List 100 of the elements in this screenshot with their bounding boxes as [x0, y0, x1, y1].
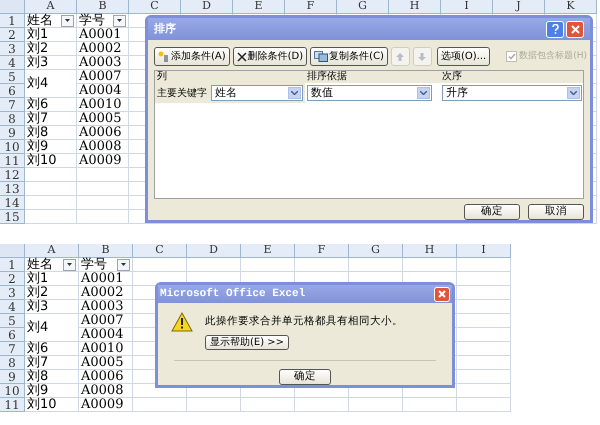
table-cell [295, 398, 349, 412]
dialog-button[interactable]: 取消 [528, 204, 584, 220]
cell-text: 刘3 [27, 300, 48, 313]
row-header[interactable]: 11 [0, 398, 25, 412]
cell-text: A0007 [79, 70, 122, 83]
row-header[interactable]: 3 [0, 42, 25, 56]
toolbar-button[interactable]: 添加条件(A) [154, 47, 230, 66]
row-header[interactable]: 6 [0, 84, 25, 98]
help-button[interactable]: 显示帮助(E) >> [205, 335, 289, 350]
cell-text: 刘9 [27, 140, 48, 153]
close-icon [570, 24, 580, 34]
column-header[interactable]: I [441, 0, 493, 14]
column-header[interactable]: C [129, 0, 181, 14]
checkmark-icon [508, 53, 516, 60]
row-header[interactable]: 9 [0, 126, 25, 140]
filter-dropdown-button[interactable] [113, 14, 126, 26]
cell-text: A0005 [79, 112, 122, 125]
row-header[interactable]: 2 [0, 272, 25, 286]
ok-button[interactable]: 确定 [279, 369, 331, 385]
column-header[interactable]: E [241, 244, 295, 258]
filter-dropdown-button[interactable] [63, 258, 76, 270]
close-icon [236, 52, 247, 62]
cell-text: 刘10 [27, 398, 57, 411]
cell-text: 刘6 [27, 342, 48, 355]
row-header[interactable]: 4 [0, 56, 25, 70]
cell-text: A0006 [79, 126, 122, 139]
column-header[interactable]: F [285, 0, 337, 14]
toolbar-button[interactable]: 选项(O)... [436, 47, 490, 66]
table-cell [457, 328, 511, 342]
cell-text: 刘4 [27, 321, 48, 334]
down-arrow-icon [418, 52, 426, 60]
cell-text: 刘10 [27, 154, 57, 167]
row-header[interactable]: 7 [0, 98, 25, 112]
row-header[interactable]: 6 [0, 328, 25, 342]
column-header[interactable]: A [25, 0, 77, 14]
row-header[interactable]: 8 [0, 112, 25, 126]
close-icon [438, 290, 446, 298]
table-cell [457, 356, 511, 370]
row-header[interactable]: 12 [0, 168, 25, 182]
row-header[interactable]: 14 [0, 196, 25, 210]
cell-text: A0001 [81, 272, 124, 285]
row-header[interactable]: 9 [0, 370, 25, 384]
help-button[interactable] [546, 20, 564, 38]
column-header[interactable]: H [403, 244, 457, 258]
column-header[interactable]: B [79, 244, 133, 258]
dialog-button[interactable]: 确定 [464, 204, 520, 220]
cell-text: A0005 [81, 356, 124, 369]
column-header[interactable]: B [77, 0, 129, 14]
toolbar-button[interactable]: 删除条件(D) [232, 47, 308, 66]
table-cell [457, 370, 511, 384]
close-button[interactable] [434, 286, 450, 302]
table-cell [457, 300, 511, 314]
filter-dropdown-button[interactable] [117, 258, 130, 270]
dropdown-field[interactable]: 数值 [307, 85, 432, 101]
table-cell [457, 342, 511, 356]
row-header[interactable]: 4 [0, 300, 25, 314]
row-header[interactable]: 1 [0, 14, 25, 28]
row-header[interactable]: 3 [0, 286, 25, 300]
cell-text: A0001 [79, 28, 122, 41]
cell-text: A0004 [79, 84, 122, 97]
column-header[interactable]: F [295, 244, 349, 258]
row-header[interactable]: 2 [0, 28, 25, 42]
column-header[interactable]: A [25, 244, 79, 258]
up-arrow-icon [396, 52, 404, 60]
cell-text: A0003 [79, 56, 122, 69]
column-header[interactable]: H [389, 0, 441, 14]
caret-icon [67, 263, 72, 266]
column-header[interactable]: G [337, 0, 389, 14]
close-button[interactable] [566, 20, 584, 38]
row-header[interactable]: 1 [0, 258, 25, 272]
row-header[interactable]: 5 [0, 314, 25, 328]
cell-text: 刘1 [27, 272, 48, 285]
dropdown-field[interactable]: 姓名 [211, 85, 303, 101]
toolbar-button[interactable]: 复制条件(C) [310, 47, 388, 66]
column-header[interactable]: J [493, 0, 545, 14]
table-cell [457, 286, 511, 300]
copy-icon [314, 51, 328, 62]
column-header[interactable]: C [133, 244, 187, 258]
row-header[interactable]: 10 [0, 140, 25, 154]
dropdown-field[interactable]: 升序 [442, 85, 582, 101]
row-header[interactable]: 10 [0, 384, 25, 398]
table-cell [241, 398, 295, 412]
cell-text: 刘3 [27, 56, 48, 69]
column-header[interactable]: D [187, 244, 241, 258]
cell-text: 学号 [79, 14, 105, 27]
table-cell [25, 182, 77, 196]
row-header[interactable]: 8 [0, 356, 25, 370]
column-header[interactable]: K [545, 0, 597, 14]
column-header[interactable]: E [233, 0, 285, 14]
cell-text: A0009 [81, 398, 124, 411]
column-header[interactable]: D [181, 0, 233, 14]
row-header[interactable]: 7 [0, 342, 25, 356]
row-header[interactable]: 15 [0, 210, 25, 224]
row-header[interactable]: 13 [0, 182, 25, 196]
column-header[interactable]: I [457, 244, 511, 258]
filter-dropdown-button[interactable] [61, 14, 74, 26]
row-header[interactable]: 5 [0, 70, 25, 84]
row-header[interactable]: 11 [0, 154, 25, 168]
cell-text: 刘8 [27, 126, 48, 139]
column-header[interactable]: G [349, 244, 403, 258]
